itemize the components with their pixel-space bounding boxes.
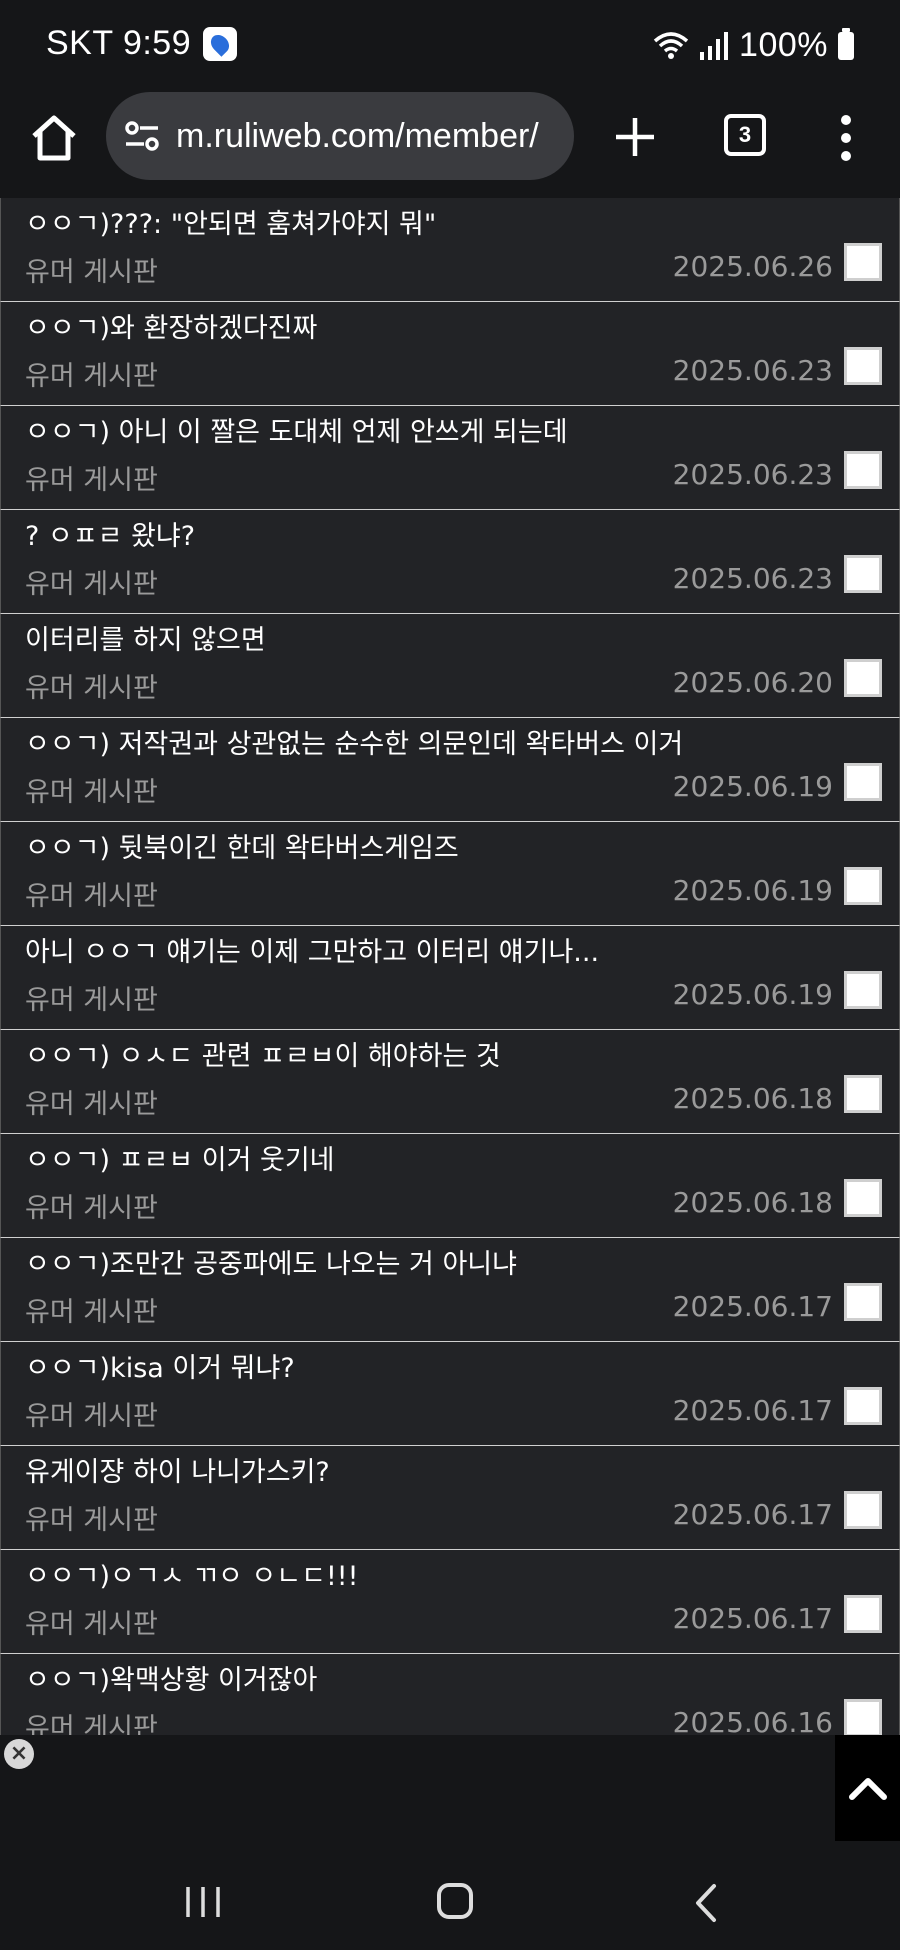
post-board: 유머 게시판 <box>25 1609 158 1640</box>
address-bar[interactable]: m.ruliweb.com/member/ <box>106 92 574 180</box>
battery-icon <box>838 27 854 60</box>
status-bar: SKT 9:59 100% <box>0 0 900 90</box>
post-title[interactable]: ㅇㅇㄱ) ㅇㅅㄷ 관련 ㅍㄹㅂ이 해야하는 것 <box>25 1034 501 1073</box>
post-date: 2025.06.20 <box>672 666 833 699</box>
recent-apps-icon[interactable] <box>184 1885 222 1919</box>
new-tab-plus-icon[interactable] <box>612 114 658 160</box>
post-board: 유머 게시판 <box>25 1401 158 1432</box>
wifi-icon <box>653 31 689 59</box>
post-board: 유머 게시판 <box>25 569 158 600</box>
list-item[interactable]: ㅇㅇㄱ)???: "안되면 훔쳐가야지 뭐" 유머 게시판 2025.06.26 <box>0 198 900 302</box>
post-checkbox[interactable] <box>844 243 882 281</box>
scroll-to-top-button[interactable] <box>835 1735 900 1841</box>
chevron-up-icon <box>848 1778 887 1800</box>
post-date: 2025.06.19 <box>672 770 833 803</box>
post-board: 유머 게시판 <box>25 881 158 912</box>
signal-icon <box>700 31 729 60</box>
more-menu-icon[interactable] <box>836 112 856 164</box>
post-board: 유머 게시판 <box>25 1297 158 1328</box>
list-item[interactable]: 이터리를 하지 않으면 유머 게시판 2025.06.20 <box>0 614 900 718</box>
post-board: 유머 게시판 <box>25 673 158 704</box>
post-title[interactable]: ㅇㅇㄱ) 뒷북이긴 한데 왁타버스게임즈 <box>25 826 459 865</box>
post-checkbox[interactable] <box>844 555 882 593</box>
list-item[interactable]: ㅇㅇㄱ)조만간 공중파에도 나오는 거 아니냐 유머 게시판 2025.06.1… <box>0 1238 900 1342</box>
post-checkbox[interactable] <box>844 451 882 489</box>
post-date: 2025.06.18 <box>672 1186 833 1219</box>
system-nav-bar <box>0 1855 900 1950</box>
ad-banner-area: × <box>0 1735 900 1855</box>
post-date: 2025.06.16 <box>672 1706 833 1735</box>
list-item[interactable]: 아니 ㅇㅇㄱ 얘기는 이제 그만하고 이터리 얘기나... 유머 게시판 202… <box>0 926 900 1030</box>
post-checkbox[interactable] <box>844 763 882 801</box>
post-title[interactable]: ㅇㅇㄱ)ㅇㄱㅅ ㄲㅇ ㅇㄴㄷ!!! <box>25 1554 358 1593</box>
url-text: m.ruliweb.com/member/ <box>176 116 539 155</box>
list-item[interactable]: 유게이쟝 하이 나니가스키? 유머 게시판 2025.06.17 <box>0 1446 900 1550</box>
post-checkbox[interactable] <box>844 1491 882 1529</box>
post-checkbox[interactable] <box>844 347 882 385</box>
post-list: ㅇㅇㄱ)???: "안되면 훔쳐가야지 뭐" 유머 게시판 2025.06.26… <box>0 198 900 1735</box>
post-board: 유머 게시판 <box>25 777 158 808</box>
post-title[interactable]: ㅇㅇㄱ) 저작권과 상관없는 순수한 의문인데 왁타버스 이거 <box>25 722 683 761</box>
home-icon[interactable] <box>28 112 80 164</box>
list-item[interactable]: ㅇㅇㄱ) 뒷북이긴 한데 왁타버스게임즈 유머 게시판 2025.06.19 <box>0 822 900 926</box>
post-checkbox[interactable] <box>844 659 882 697</box>
list-item[interactable]: ㅇㅇㄱ)왁맥상황 이거잖아 유머 게시판 2025.06.16 <box>0 1654 900 1735</box>
post-title[interactable]: ㅇㅇㄱ)조만간 공중파에도 나오는 거 아니냐 <box>25 1242 517 1281</box>
post-board: 유머 게시판 <box>25 361 158 392</box>
post-board: 유머 게시판 <box>25 257 158 288</box>
post-title[interactable]: 아니 ㅇㅇㄱ 얘기는 이제 그만하고 이터리 얘기나... <box>25 930 599 969</box>
back-icon[interactable] <box>694 1883 718 1923</box>
post-date: 2025.06.17 <box>672 1290 833 1323</box>
list-item[interactable]: ㅇㅇㄱ) 저작권과 상관없는 순수한 의문인데 왁타버스 이거 유머 게시판 2… <box>0 718 900 822</box>
post-title[interactable]: ㅇㅇㄱ)와 환장하겠다진짜 <box>25 306 317 345</box>
post-checkbox[interactable] <box>844 867 882 905</box>
post-date: 2025.06.19 <box>672 978 833 1011</box>
post-date: 2025.06.18 <box>672 1082 833 1115</box>
list-item[interactable]: ㅇㅇㄱ)kisa 이거 뭐냐? 유머 게시판 2025.06.17 <box>0 1342 900 1446</box>
post-date: 2025.06.19 <box>672 874 833 907</box>
post-checkbox[interactable] <box>844 971 882 1009</box>
post-board: 유머 게시판 <box>25 1505 158 1536</box>
list-item[interactable]: ㅇㅇㄱ) ㅍㄹㅂ 이거 웃기네 유머 게시판 2025.06.18 <box>0 1134 900 1238</box>
post-date: 2025.06.23 <box>672 354 833 387</box>
nav-home-icon[interactable] <box>437 1883 473 1919</box>
maps-notification-icon <box>203 26 238 61</box>
post-board: 유머 게시판 <box>25 1193 158 1224</box>
post-date: 2025.06.23 <box>672 562 833 595</box>
post-date: 2025.06.23 <box>672 458 833 491</box>
carrier-time: SKT 9:59 <box>46 24 192 62</box>
post-board: 유머 게시판 <box>25 465 158 496</box>
post-title[interactable]: ? ㅇㅍㄹ 왔냐? <box>25 514 195 553</box>
post-title[interactable]: ㅇㅇㄱ)왁맥상황 이거잖아 <box>25 1658 317 1697</box>
post-board: 유머 게시판 <box>25 985 158 1016</box>
list-item[interactable]: ㅇㅇㄱ) 아니 이 짤은 도대체 언제 안쓰게 되는데 유머 게시판 2025.… <box>0 406 900 510</box>
post-checkbox[interactable] <box>844 1179 882 1217</box>
post-title[interactable]: ㅇㅇㄱ) ㅍㄹㅂ 이거 웃기네 <box>25 1138 335 1177</box>
list-item[interactable]: ㅇㅇㄱ) ㅇㅅㄷ 관련 ㅍㄹㅂ이 해야하는 것 유머 게시판 2025.06.1… <box>0 1030 900 1134</box>
post-title[interactable]: ㅇㅇㄱ)kisa 이거 뭐냐? <box>25 1346 295 1385</box>
post-title[interactable]: ㅇㅇㄱ)???: "안되면 훔쳐가야지 뭐" <box>25 202 436 241</box>
list-item[interactable]: ? ㅇㅍㄹ 왔냐? 유머 게시판 2025.06.23 <box>0 510 900 614</box>
post-date: 2025.06.17 <box>672 1602 833 1635</box>
ad-close-icon[interactable]: × <box>4 1739 34 1769</box>
list-item[interactable]: ㅇㅇㄱ)ㅇㄱㅅ ㄲㅇ ㅇㄴㄷ!!! 유머 게시판 2025.06.17 <box>0 1550 900 1654</box>
post-board: 유머 게시판 <box>25 1089 158 1120</box>
post-date: 2025.06.17 <box>672 1498 833 1531</box>
post-title[interactable]: ㅇㅇㄱ) 아니 이 짤은 도대체 언제 안쓰게 되는데 <box>25 410 568 449</box>
post-checkbox[interactable] <box>844 1283 882 1321</box>
battery-percent: 100% <box>739 26 828 64</box>
post-checkbox[interactable] <box>844 1075 882 1113</box>
post-checkbox[interactable] <box>844 1595 882 1633</box>
tab-switcher-button[interactable]: 3 <box>724 114 766 156</box>
post-board: 유머 게시판 <box>25 1713 158 1735</box>
post-title[interactable]: 유게이쟝 하이 나니가스키? <box>25 1450 330 1489</box>
post-date: 2025.06.26 <box>672 250 833 283</box>
post-title[interactable]: 이터리를 하지 않으면 <box>25 618 266 657</box>
site-settings-icon[interactable] <box>124 118 160 154</box>
post-checkbox[interactable] <box>844 1387 882 1425</box>
post-date: 2025.06.17 <box>672 1394 833 1427</box>
browser-toolbar: m.ruliweb.com/member/ 3 <box>0 90 900 198</box>
post-checkbox[interactable] <box>844 1699 882 1735</box>
list-item[interactable]: ㅇㅇㄱ)와 환장하겠다진짜 유머 게시판 2025.06.23 <box>0 302 900 406</box>
